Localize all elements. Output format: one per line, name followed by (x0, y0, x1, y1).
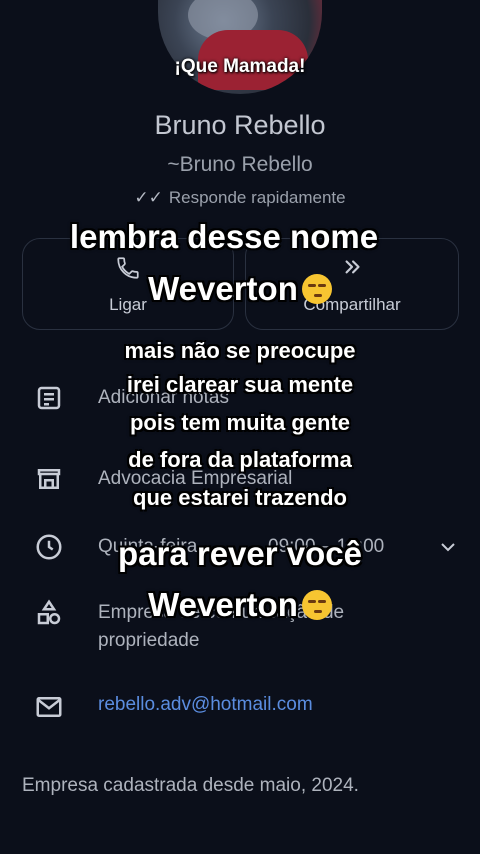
description-line2: propriedade (98, 630, 200, 651)
overlay-line-7: que estarei trazendo (133, 485, 347, 510)
email-link[interactable]: rebello.adv@hotmail.com (98, 694, 313, 716)
overlay-line-5: pois tem muita gente (129, 410, 351, 435)
contact-name: Bruno Rebello (154, 110, 326, 140)
overlay-line-3: mais não se preocupe (124, 338, 356, 363)
overlay-line-4: irei clarear sua mente (126, 372, 354, 397)
overlay-line-6: de fora da plataforma (128, 447, 352, 472)
overlay-line-9-wrap: Weverton (0, 586, 480, 624)
smirk-emoji-icon (301, 274, 332, 304)
smirk-emoji-icon (301, 590, 332, 620)
overlay-line-2-wrap: Weverton (0, 270, 480, 308)
overlay-line-2: Weverton (148, 270, 298, 307)
avatar-caption: ¡Que Mamada! (174, 56, 306, 77)
push-name: ~Bruno Rebello (167, 153, 313, 176)
overlay-line-1: lembra desse nome (69, 218, 379, 255)
overlay-line-8: para rever você (117, 535, 362, 572)
response-status: ✓✓ Responde rapidamente (0, 188, 480, 208)
response-status-text: Responde rapidamente (168, 188, 346, 207)
double-check-icon: ✓✓ (134, 188, 163, 207)
overlay-line-9: Weverton (148, 586, 298, 623)
mail-icon (36, 697, 62, 717)
registration-footer: Empresa cadastrada desde maio, 2024. (22, 775, 359, 796)
profile-avatar[interactable] (158, 0, 322, 94)
